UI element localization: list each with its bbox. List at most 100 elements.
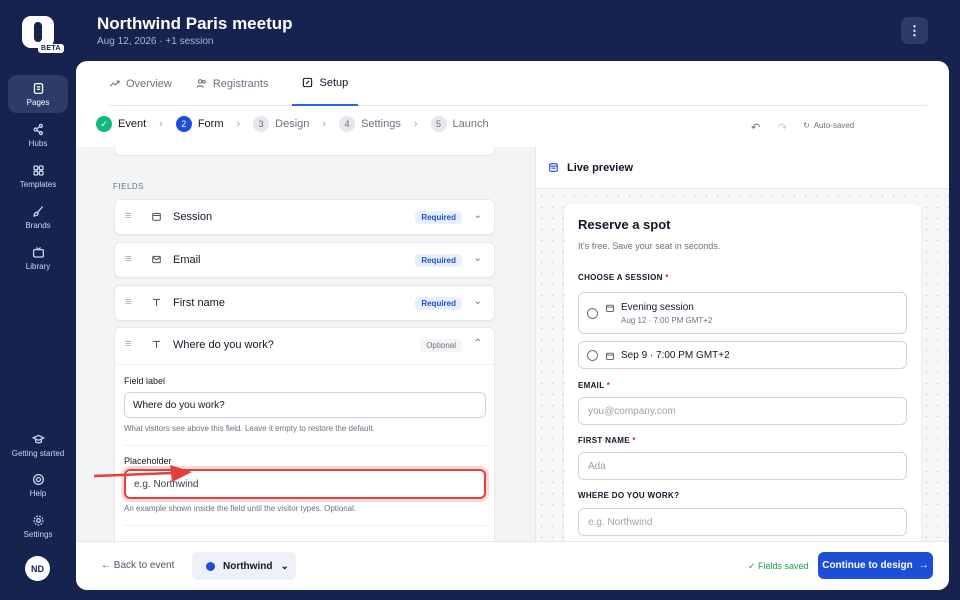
- previous-section-edge: [114, 147, 495, 156]
- fields-saved-status: ✓ Fields saved: [748, 561, 809, 571]
- rail-item-label: Library: [25, 261, 51, 271]
- step-event[interactable]: ✓ Event: [96, 116, 146, 132]
- divider: [124, 445, 486, 446]
- back-to-event-link[interactable]: ← Back to event: [101, 560, 174, 571]
- field-name: Where do you work?: [173, 339, 274, 351]
- text-icon: [151, 297, 162, 308]
- required-badge: Required: [415, 254, 462, 267]
- avatar[interactable]: ND: [25, 556, 50, 581]
- preview-icon: [549, 163, 558, 172]
- chevron-down-icon: ⌄: [280, 560, 289, 572]
- tab-bar: Overview Registrants Setup: [109, 61, 927, 106]
- step-label: Event: [118, 118, 147, 130]
- rail-item-hubs[interactable]: Hubs: [8, 116, 68, 154]
- sync-icon: ↻: [803, 121, 810, 130]
- rail-item-label: Pages: [26, 97, 50, 107]
- stepper: ✓ Event › 2 Form › 3 Design › 4 Settings…: [96, 116, 489, 132]
- live-preview-title: Live preview: [567, 161, 634, 174]
- drag-handle-icon[interactable]: ≡: [125, 253, 131, 265]
- chevron-up-icon[interactable]: ⌃: [474, 338, 482, 349]
- preview-work-input[interactable]: e.g. Northwind: [578, 508, 907, 536]
- drag-handle-icon[interactable]: ≡: [125, 338, 131, 350]
- live-preview-header: Live preview: [536, 147, 949, 189]
- workspace-dot-icon: [206, 561, 215, 571]
- field-label-help: What visitors see above this field. Leav…: [124, 424, 375, 433]
- continue-to-design-button[interactable]: Continue to design →: [818, 552, 933, 579]
- step-launch[interactable]: 5 Launch: [430, 116, 489, 132]
- main-card: Overview Registrants Setup ✓ Event › 2 F…: [76, 61, 949, 590]
- beta-badge: BETA: [38, 44, 64, 53]
- field-name: Session: [173, 211, 213, 223]
- field-label-title: Field label: [124, 376, 166, 386]
- grid-icon: [32, 164, 44, 176]
- drag-handle-icon[interactable]: ≡: [125, 210, 131, 222]
- chevron-right-icon: ›: [159, 118, 163, 130]
- optional-badge: Optional: [420, 339, 462, 352]
- pages-icon: [33, 82, 43, 94]
- required-badge: Required: [415, 297, 462, 310]
- field-row-first-name[interactable]: ≡ First name Required ⌄: [114, 285, 495, 321]
- calendar-icon: [605, 302, 615, 312]
- undo-button[interactable]: ↶: [751, 121, 760, 134]
- tab-setup[interactable]: Setup: [292, 61, 359, 106]
- step-design[interactable]: 3 Design: [253, 116, 309, 132]
- workspace-selector[interactable]: Northwind ⌄: [192, 552, 296, 580]
- step-number: 3: [253, 116, 270, 132]
- preview-title: Reserve a spot: [578, 217, 671, 232]
- page-title: Northwind Paris meetup: [97, 14, 293, 33]
- rail-item-pages[interactable]: Pages: [8, 75, 68, 113]
- rail-item-getting-started[interactable]: Getting started: [8, 426, 68, 464]
- chevron-down-icon[interactable]: ⌄: [474, 210, 482, 221]
- chevron-right-icon: ›: [413, 118, 418, 130]
- field-editor: Field label Where do you work? What visi…: [115, 364, 494, 526]
- drag-handle-icon[interactable]: ≡: [125, 296, 131, 308]
- chevron-right-icon: ›: [236, 118, 241, 130]
- lifebuoy-icon: [32, 473, 44, 485]
- divider: [124, 525, 486, 526]
- step-label: Design: [275, 118, 310, 130]
- email-label: EMAIL *: [578, 381, 611, 390]
- rail-item-brands[interactable]: Brands: [8, 198, 68, 236]
- field-row-where-do-you-work[interactable]: ≡ Where do you work? Optional ⌃ Field la…: [114, 327, 495, 541]
- rail-item-help[interactable]: Help: [8, 466, 68, 504]
- left-rail: BETA Pages Hubs Templates Brands Library…: [0, 0, 76, 600]
- fields-heading: FIELDS: [113, 182, 145, 191]
- tab-registrants[interactable]: Registrants: [196, 61, 268, 106]
- rail-item-templates[interactable]: Templates: [8, 157, 68, 195]
- session-option-evening[interactable]: Evening session Aug 12 · 7:00 PM GMT+2: [578, 292, 907, 334]
- preview-first-name-input[interactable]: Ada: [578, 452, 907, 480]
- text-icon: [151, 339, 162, 350]
- step-label: Form: [197, 118, 224, 130]
- field-label-input[interactable]: Where do you work?: [124, 392, 486, 418]
- more-menu-button[interactable]: ⋮: [901, 17, 928, 44]
- placeholder-help: An example shown inside the field until …: [124, 504, 357, 513]
- step-form[interactable]: 2 Form: [175, 116, 224, 132]
- field-row-session[interactable]: ≡ Session Required ⌄: [114, 199, 495, 235]
- chevron-down-icon[interactable]: ⌄: [474, 253, 482, 264]
- tab-label: Setup: [319, 76, 349, 89]
- rail-item-settings[interactable]: Settings: [8, 507, 68, 545]
- autosave-label: Auto-saved: [813, 121, 855, 130]
- preview-subtitle: It's free. Save your seat in seconds.: [578, 241, 721, 251]
- field-row-email[interactable]: ≡ Email Required ⌄: [114, 242, 495, 278]
- event-subtitle: Aug 12, 2026 · +1 session: [97, 36, 214, 47]
- session-option-sep-9[interactable]: Sep 9 · 7:00 PM GMT+2: [578, 341, 907, 369]
- radio-button[interactable]: [587, 308, 598, 319]
- step-settings[interactable]: 4 Settings: [339, 116, 401, 132]
- session-title: Evening session: [621, 302, 694, 313]
- preview-email-input[interactable]: you@company.com: [578, 397, 907, 425]
- preview-form-card: Reserve a spot It's free. Save your seat…: [564, 204, 921, 541]
- footer-bar: ← Back to event Northwind ⌄ ✓ Fields sav…: [76, 541, 949, 590]
- first-name-label: FIRST NAME *: [578, 436, 636, 445]
- step-label: Launch: [452, 118, 489, 130]
- step-check-icon: ✓: [96, 116, 112, 132]
- redo-button[interactable]: ↷: [778, 121, 787, 134]
- chevron-down-icon[interactable]: ⌄: [474, 296, 482, 307]
- tab-overview[interactable]: Overview: [109, 61, 172, 106]
- step-number: 5: [430, 116, 447, 132]
- mail-icon: [151, 254, 162, 265]
- session-detail: Aug 12 · 7:00 PM GMT+2: [621, 316, 713, 325]
- rail-item-library[interactable]: Library: [8, 239, 68, 277]
- radio-button[interactable]: [587, 350, 598, 361]
- field-name: Email: [173, 254, 201, 266]
